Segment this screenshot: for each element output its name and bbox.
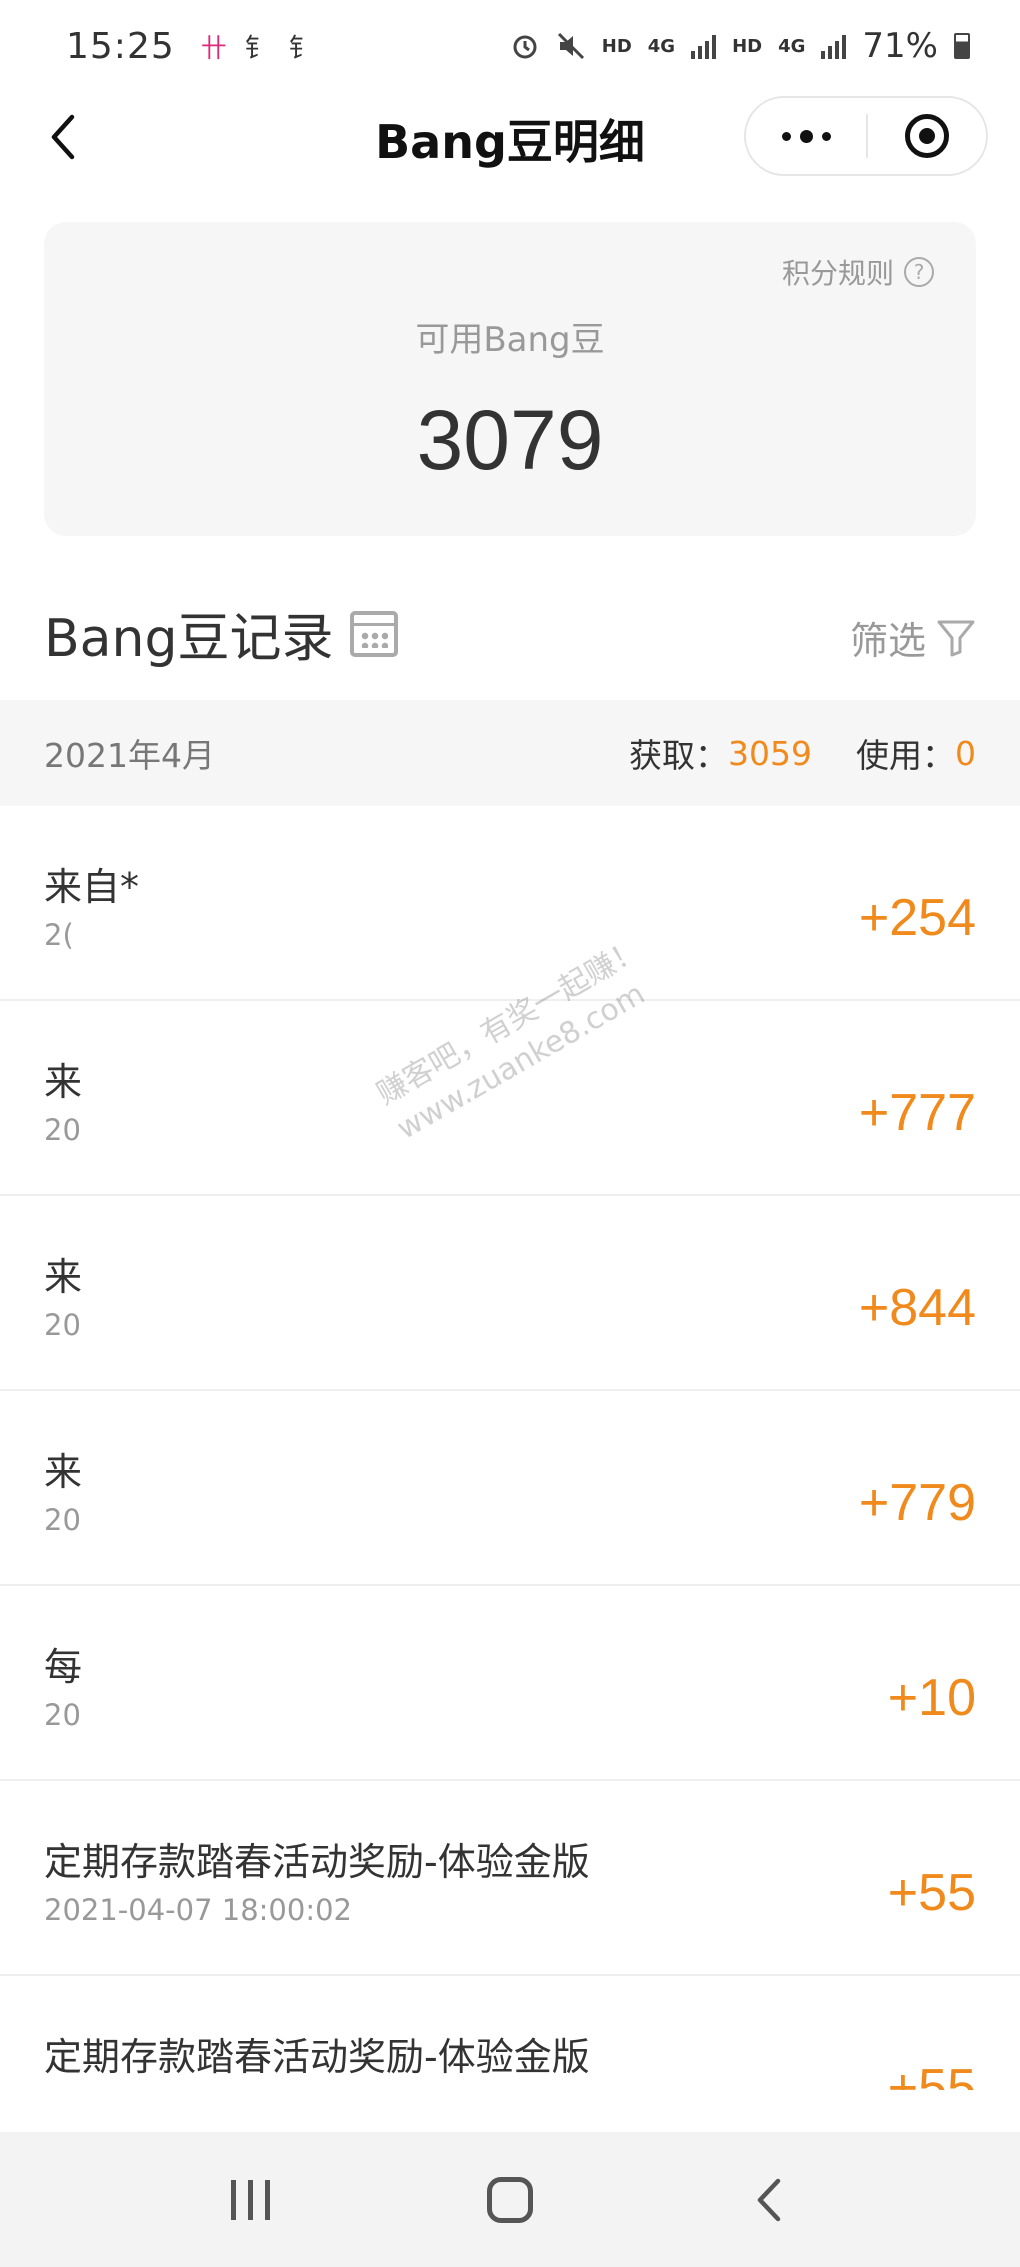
record-time: 20 [44, 1698, 81, 1732]
home-icon [487, 2176, 533, 2223]
points-rules-label: 积分规则 [781, 257, 894, 290]
mute-icon [557, 32, 584, 60]
earn-value: 3059 [728, 733, 812, 773]
record-row[interactable]: 来自* 2( +254 [0, 806, 1020, 1001]
filter-icon [937, 620, 975, 656]
records-header: Bang豆记录 筛选 [0, 586, 1020, 676]
status-time: 15:25 [66, 25, 175, 67]
records-title-text: Bang豆记录 [44, 609, 334, 669]
miniprogram-capsule [744, 96, 988, 176]
record-title: 定期存款踏春活动奖励-体验金版 [44, 1840, 590, 1884]
app-notification-icon: 钅 [288, 33, 315, 64]
filter-button[interactable]: 筛选 [850, 610, 976, 665]
balance-card: 积分规则 ? 可用Bang豆 3079 [44, 222, 976, 536]
record-amount: +779 [858, 1474, 976, 1532]
filter-label: 筛选 [849, 619, 926, 663]
month-label: 2021年4月 [44, 736, 215, 775]
use-label: 使用： [856, 736, 955, 775]
hd-label: HD [601, 35, 632, 57]
record-title: 定期存款踏春活动奖励-体验金版 [44, 2035, 590, 2079]
signal-icon [821, 33, 847, 59]
more-dot [799, 129, 813, 143]
points-rules-link[interactable]: 积分规则 ? [782, 252, 934, 292]
help-icon: ? [904, 257, 934, 287]
network-label: 4G [778, 35, 806, 57]
close-miniprogram-button[interactable] [868, 98, 986, 174]
record-amount: +777 [858, 1084, 976, 1142]
system-nav-bar [0, 2132, 1020, 2267]
status-bar: 15:25 卄 钅 钅 HD 4G HD 4G 71% [0, 0, 1020, 92]
record-row[interactable]: 每 20 +10 [0, 1586, 1020, 1781]
month-summary: 2021年4月 获取： 3059 使用： 0 [0, 700, 1020, 806]
record-row[interactable]: 来 20 +779 [0, 1391, 1020, 1586]
record-title: 来 [44, 1450, 83, 1494]
signal-icon [691, 33, 717, 59]
earn-label: 获取： [629, 736, 729, 775]
hd-label: HD [732, 35, 763, 57]
balance-label: 可用Bang豆 [415, 320, 605, 360]
record-row[interactable]: 来 20 +844 [0, 1196, 1020, 1391]
record-title: 来 [44, 1255, 83, 1299]
calendar-icon[interactable] [349, 610, 398, 657]
record-amount: +254 [858, 889, 976, 947]
network-label: 4G [647, 35, 676, 57]
battery-percent: 71% [862, 26, 938, 66]
record-title: 每 [44, 1645, 83, 1689]
record-title: 来自* [44, 865, 140, 909]
target-icon [905, 114, 949, 158]
record-time: 20 [44, 1503, 81, 1537]
recent-apps-button[interactable] [210, 2160, 290, 2240]
recent-apps-icon [230, 2179, 270, 2220]
home-button[interactable] [470, 2160, 550, 2240]
record-amount: +55 [887, 2059, 976, 2090]
record-time: 2( [44, 918, 74, 952]
battery-icon [954, 33, 970, 59]
balance-value: 3079 [416, 393, 604, 487]
record-time: 20 [44, 1308, 81, 1342]
more-button[interactable] [746, 98, 866, 174]
more-dots-icon [781, 131, 791, 141]
record-row[interactable]: 定期存款踏春活动奖励-体验金版 +55 [0, 1976, 1020, 2090]
record-amount: +844 [858, 1279, 976, 1337]
record-time: 20 [44, 1113, 81, 1147]
more-dot [821, 131, 831, 141]
app-notification-icon: 卄 [200, 33, 227, 64]
status-app-icons: 卄 钅 钅 [201, 28, 315, 65]
use-value: 0 [955, 733, 976, 773]
records-title: Bang豆记录 [44, 596, 398, 671]
record-amount: +55 [887, 1864, 976, 1922]
app-notification-icon: 钅 [244, 33, 271, 64]
record-row[interactable]: 来 20 +777 [0, 1001, 1020, 1196]
record-time: 2021-04-07 18:00:02 [44, 1893, 352, 1927]
record-amount: +10 [887, 1669, 976, 1727]
system-back-button[interactable] [730, 2160, 810, 2240]
chevron-left-icon [757, 2178, 781, 2221]
alarm-icon [513, 35, 537, 59]
status-indicators: HD 4G HD 4G 71% [510, 26, 970, 66]
month-stats: 获取： 3059 使用： 0 [629, 729, 976, 777]
record-title: 来 [44, 1060, 83, 1104]
record-row[interactable]: 定期存款踏春活动奖励-体验金版 2021-04-07 18:00:02 +55 [0, 1781, 1020, 1976]
title-bar: Bang豆明细 [0, 92, 1020, 182]
record-list: 来自* 2( +254 来 20 +777 来 20 +844 来 20 +77… [0, 806, 1020, 2090]
